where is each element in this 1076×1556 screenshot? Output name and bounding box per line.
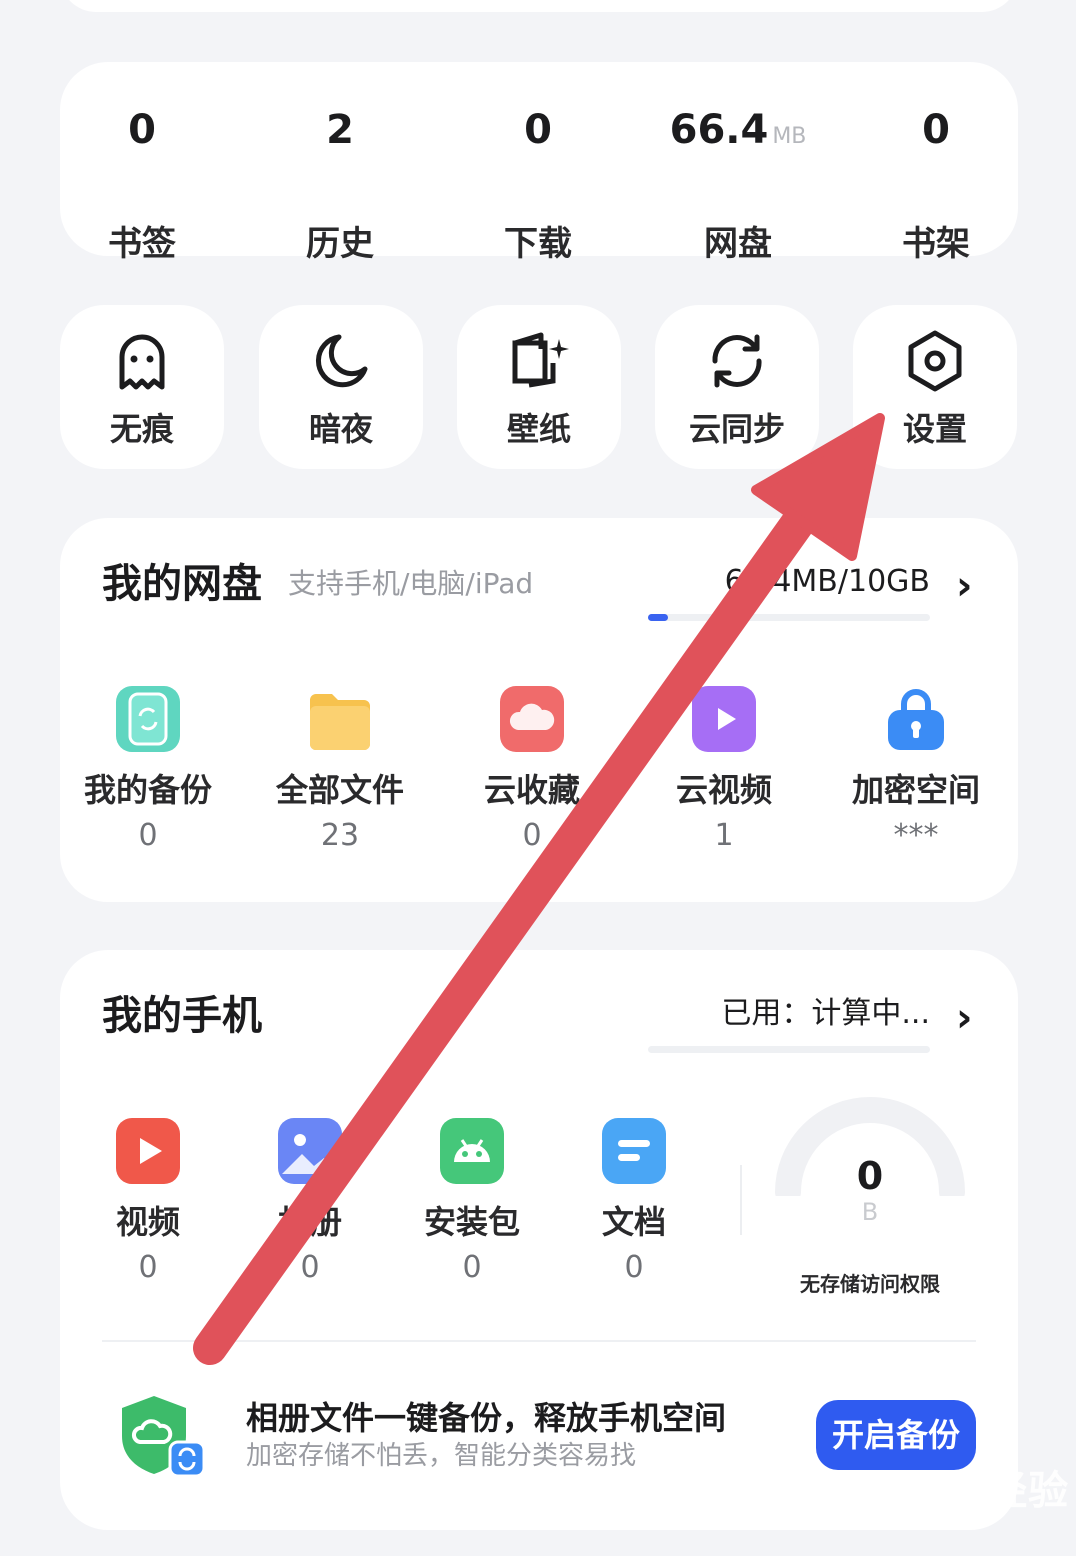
android-icon — [440, 1118, 504, 1184]
stat-history[interactable]: 2 历史 — [260, 62, 420, 264]
app-name: 我的备份 — [83, 771, 212, 809]
cloud-app-videos[interactable]: 云视频 1 — [634, 686, 814, 854]
chevron-right-icon[interactable]: › — [956, 566, 972, 606]
cloud-usage[interactable]: 66.4MB/10GB — [660, 564, 930, 600]
gauge-value: 0 — [856, 1154, 884, 1198]
lock-icon — [884, 686, 948, 752]
tool-label: 暗夜 — [308, 410, 373, 448]
tool-label: 壁纸 — [506, 410, 571, 448]
cloud-app-favorites[interactable]: 云收藏 0 — [442, 686, 622, 854]
cloud-usage-bar — [648, 614, 930, 621]
stat-label: 历史 — [306, 224, 374, 264]
gauge-unit: B — [861, 1198, 879, 1226]
album-icon — [278, 1118, 342, 1184]
app-count: 0 — [624, 1250, 644, 1285]
watermark-logo: Bai du 经验 — [824, 1468, 1070, 1514]
cloud-drive-card: 我的网盘 支持手机/电脑/iPad 66.4MB/10GB › 我的备份 0 全… — [60, 518, 1018, 902]
app-name: 视频 — [115, 1203, 180, 1241]
promo-title: 相册文件一键备份，释放手机空间 — [246, 1399, 727, 1437]
stat-value: 66.4 MB — [669, 107, 807, 153]
cloud-app-all-files[interactable]: 全部文件 23 — [250, 686, 430, 854]
folder-icon — [308, 686, 372, 752]
previous-card — [60, 0, 1018, 12]
document-icon — [602, 1118, 666, 1184]
cloud-video-icon — [692, 686, 756, 752]
stat-label: 下载 — [504, 224, 572, 264]
cloud-app-backup[interactable]: 我的备份 0 — [58, 686, 238, 854]
stat-value: 2 — [326, 107, 354, 153]
stat-downloads[interactable]: 0 下载 — [458, 62, 618, 264]
phone-app-documents[interactable]: 文档 0 — [544, 1118, 724, 1286]
phone-usage-bar — [648, 1046, 930, 1053]
app-name: 文档 — [601, 1203, 666, 1241]
divider — [102, 1340, 976, 1342]
app-count: 0 — [522, 818, 542, 853]
moon-icon — [309, 329, 373, 393]
app-count: 0 — [138, 818, 158, 853]
app-count: 0 — [138, 1250, 158, 1285]
tool-incognito[interactable]: 无痕 — [60, 305, 224, 469]
app-name: 云视频 — [675, 771, 772, 809]
storage-permission-note[interactable]: 无存储访问权限 — [760, 1268, 980, 1297]
ghost-icon — [110, 329, 174, 393]
cloud-drive-title: 我的网盘 — [102, 561, 262, 607]
tool-label: 无痕 — [109, 410, 174, 448]
cloud-usage-bar-fill — [648, 614, 668, 621]
app-count: 1 — [714, 818, 734, 853]
tool-wallpaper[interactable]: 壁纸 — [457, 305, 621, 469]
stat-value: 0 — [128, 107, 156, 153]
sync-icon — [705, 329, 769, 393]
divider — [740, 1165, 742, 1235]
cloud-app-encrypted[interactable]: 加密空间 *** — [826, 686, 1006, 854]
phone-app-album[interactable]: 相册 0 — [220, 1118, 400, 1286]
app-name: 全部文件 — [275, 771, 404, 809]
phone-app-apk[interactable]: 安装包 0 — [382, 1118, 562, 1286]
app-name: 加密空间 — [851, 771, 980, 809]
my-phone-card: 我的手机 已用：计算中... › 视频 0 相册 0 安装包 0 文档 0 0 … — [60, 950, 1018, 1530]
backup-shield-icon — [118, 1392, 210, 1484]
stat-value: 0 — [524, 107, 552, 153]
app-count: 0 — [462, 1250, 482, 1285]
app-name: 云收藏 — [483, 771, 580, 809]
stat-bookshelf[interactable]: 0 书架 — [856, 62, 1016, 264]
cloud-fav-icon — [500, 686, 564, 752]
stat-bookmarks[interactable]: 0 书签 — [62, 62, 222, 264]
tool-dark-mode[interactable]: 暗夜 — [259, 305, 423, 469]
app-name: 安装包 — [423, 1203, 520, 1241]
stat-cloud-drive[interactable]: 66.4 MB 网盘 — [658, 62, 818, 264]
chevron-right-icon[interactable]: › — [956, 998, 972, 1038]
backup-icon — [116, 686, 180, 752]
my-phone-title: 我的手机 — [102, 993, 262, 1039]
settings-hex-icon — [903, 329, 967, 393]
tool-cloud-sync[interactable]: 云同步 — [655, 305, 819, 469]
app-count: 23 — [320, 818, 360, 853]
video-icon — [116, 1118, 180, 1184]
promo-subtitle: 加密存储不怕丢，智能分类容易找 — [246, 1441, 637, 1471]
stats-card: 0 书签 2 历史 0 下载 66.4 MB 网盘 0 书架 — [60, 62, 1018, 264]
watermark-url: jingyan.baidu.com — [824, 1510, 991, 1531]
app-count: 0 — [300, 1250, 320, 1285]
wallpaper-icon — [507, 329, 571, 393]
tool-settings[interactable]: 设置 — [853, 305, 1017, 469]
stat-label: 书架 — [902, 224, 970, 264]
stat-label: 网盘 — [704, 224, 772, 264]
app-name: 相册 — [277, 1203, 342, 1241]
cloud-drive-subtitle: 支持手机/电脑/iPad — [288, 567, 534, 600]
phone-app-video[interactable]: 视频 0 — [58, 1118, 238, 1286]
tool-label: 云同步 — [688, 410, 785, 448]
tool-label: 设置 — [902, 410, 967, 448]
phone-usage[interactable]: 已用：计算中... — [620, 996, 930, 1032]
stat-value: 0 — [922, 107, 950, 153]
stat-label: 书签 — [108, 224, 176, 264]
app-count: *** — [893, 818, 939, 853]
